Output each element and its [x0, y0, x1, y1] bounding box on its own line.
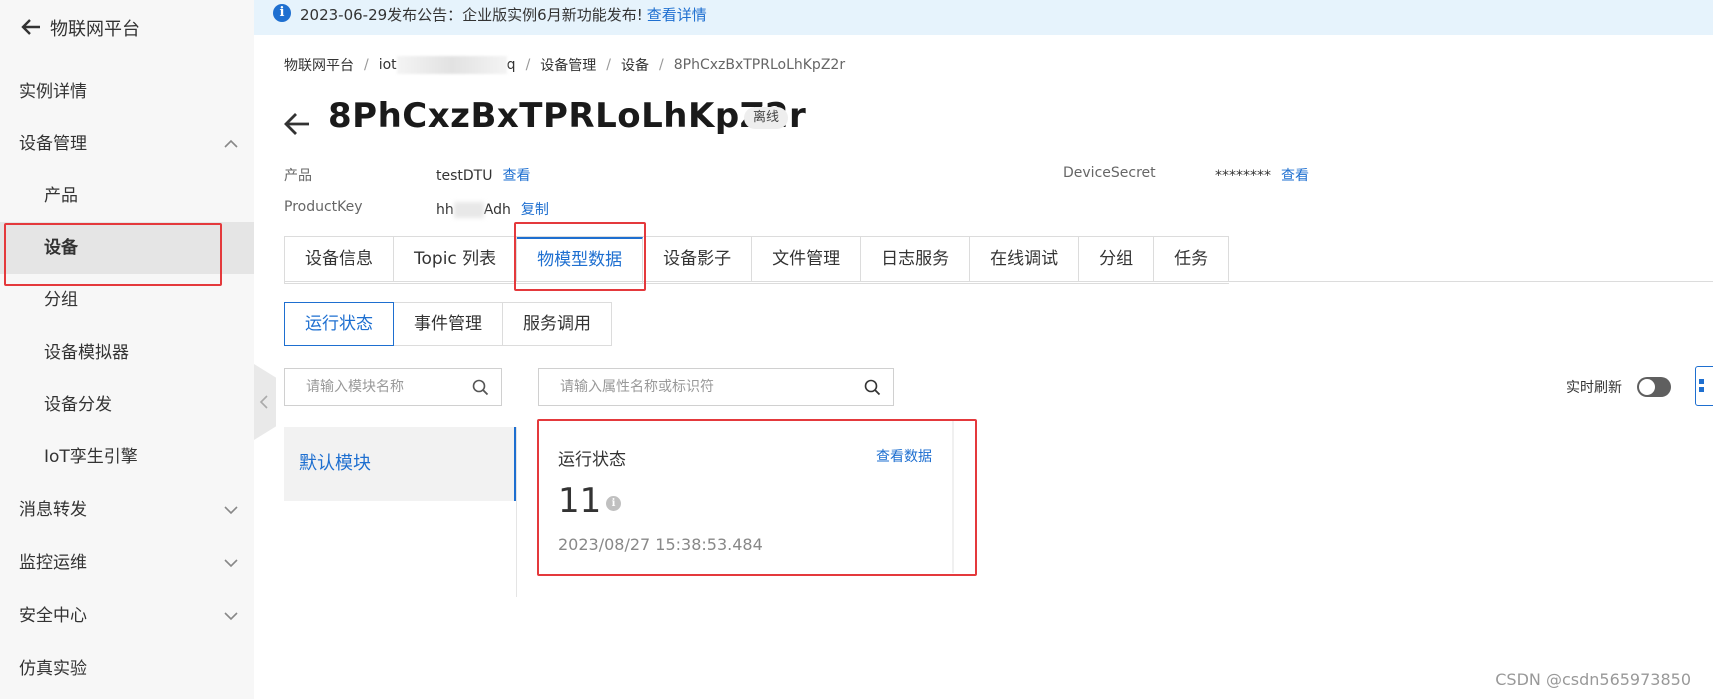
highlight-box-devices: [4, 223, 222, 286]
sidebar-item-simulation-lab[interactable]: 仿真实验: [0, 643, 254, 695]
redacted-mask: [453, 202, 484, 218]
highlight-box-tab: [514, 222, 646, 291]
tab-groups[interactable]: 分组: [1079, 237, 1155, 281]
breadcrumb-separator: /: [525, 57, 531, 73]
back-arrow-icon[interactable]: [283, 111, 311, 137]
sidebar-item-label: 分组: [44, 290, 78, 310]
tab-topic-list[interactable]: Topic 列表: [394, 237, 518, 281]
module-item-default[interactable]: 默认模块: [284, 427, 516, 501]
subtab-running-status[interactable]: 运行状态: [284, 302, 394, 346]
breadcrumb-separator: /: [606, 57, 611, 73]
device-tabs: 设备信息 Topic 列表 物模型数据 设备影子 文件管理 日志服务 在线调试 …: [284, 236, 1230, 284]
sidebar-collapse-handle[interactable]: [254, 364, 276, 440]
subtabs: 运行状态 事件管理 服务调用: [284, 302, 612, 346]
sidebar-item-label: 实例详情: [19, 82, 87, 102]
announcement-text: 2023-06-29发布公告：企业版实例6月新功能发布! 查看详情: [300, 4, 707, 25]
search-icon[interactable]: [864, 379, 881, 396]
tab-device-shadow[interactable]: 设备影子: [643, 237, 753, 281]
breadcrumb-current: 8PhCxzBxTPRLoLhKpZ2r: [673, 57, 846, 73]
sidebar-item-twin-engine[interactable]: IoT孪生引擎: [0, 431, 254, 483]
chevron-down-icon: [224, 612, 238, 621]
announcement-link[interactable]: 查看详情: [647, 6, 707, 24]
productkey-label: ProductKey: [284, 199, 363, 215]
devicesecret-masked: ********: [1215, 168, 1271, 184]
toggle-knob: [1639, 379, 1655, 395]
tab-file-management[interactable]: 文件管理: [752, 237, 862, 281]
page-title: 8PhCxzBxTPRLoLhKpZ2r: [328, 96, 807, 136]
breadcrumb-separator: /: [364, 57, 369, 73]
view-secret-link[interactable]: 查看: [1281, 168, 1309, 184]
highlight-box-card: [537, 419, 977, 576]
sidebar-item-label: 安全中心: [19, 606, 87, 626]
breadcrumb-item-prefix: iot: [378, 57, 397, 73]
sidebar-item-label: 仿真实验: [19, 659, 87, 679]
sidebar-title: 物联网平台: [50, 19, 140, 40]
info-icon: i: [273, 4, 291, 22]
productkey-value: hh Adh 复制: [436, 199, 549, 219]
copy-productkey-link[interactable]: 复制: [521, 202, 549, 218]
grid-view-icon: [1699, 379, 1704, 384]
breadcrumb-item-suffix: q: [506, 57, 516, 73]
devicesecret-value: ******** 查看: [1215, 165, 1309, 185]
sidebar-item-products[interactable]: 产品: [0, 170, 254, 222]
breadcrumb-separator: /: [659, 57, 664, 73]
grid-view-icon: [1699, 387, 1704, 392]
chevron-down-icon: [224, 506, 238, 515]
panel-divider: [516, 427, 517, 597]
sidebar-item-label: 消息转发: [19, 500, 87, 520]
productkey-prefix: hh: [436, 202, 454, 218]
tabs-divider: [284, 281, 1713, 282]
sidebar-header: 物联网平台: [0, 0, 254, 56]
chevron-down-icon: [224, 559, 238, 568]
breadcrumb-item[interactable]: 设备: [621, 55, 649, 75]
subtab-service-invocation[interactable]: 服务调用: [502, 302, 612, 346]
watermark: CSDN @csdn565973850: [1495, 670, 1691, 689]
module-search: [284, 368, 502, 406]
announcement-message: 2023-06-29发布公告：企业版实例6月新功能发布!: [300, 6, 643, 24]
realtime-refresh-toggle[interactable]: [1637, 377, 1671, 397]
breadcrumb-item[interactable]: 设备管理: [540, 55, 596, 75]
breadcrumb-item[interactable]: iot q: [379, 56, 516, 74]
sidebar-item-label: 设备管理: [19, 134, 87, 154]
tab-tasks[interactable]: 任务: [1154, 237, 1230, 281]
sidebar-item-label: 设备模拟器: [44, 343, 129, 363]
sidebar-item-security-center[interactable]: 安全中心: [0, 590, 254, 642]
back-arrow-icon[interactable]: [20, 16, 42, 38]
realtime-refresh-label: 实时刷新: [1566, 380, 1622, 396]
module-search-input[interactable]: [304, 378, 468, 396]
sidebar-item-device-distribution[interactable]: 设备分发: [0, 379, 254, 431]
tab-log-service[interactable]: 日志服务: [861, 237, 971, 281]
tab-device-info[interactable]: 设备信息: [285, 237, 394, 281]
breadcrumb-item[interactable]: 物联网平台: [284, 55, 354, 75]
search-icon[interactable]: [472, 379, 489, 396]
sidebar-item-label: 设备分发: [44, 395, 112, 415]
productkey-suffix: Adh: [483, 202, 511, 218]
breadcrumb: 物联网平台 / iot q / 设备管理 / 设备 / 8PhCxzBxTPRLo…: [284, 55, 845, 75]
tab-online-debug[interactable]: 在线调试: [970, 237, 1080, 281]
grid-view-button[interactable]: [1695, 366, 1713, 406]
chevron-left-icon: [259, 395, 268, 409]
sidebar-item-label: 监控运维: [19, 553, 87, 573]
sidebar-item-instance-details[interactable]: 实例详情: [0, 66, 254, 118]
sidebar-item-monitoring[interactable]: 监控运维: [0, 537, 254, 589]
product-name: testDTU: [436, 168, 493, 184]
status-badge: 离线: [744, 107, 789, 129]
redacted-mask: [396, 56, 507, 74]
property-search: [538, 368, 894, 406]
product-value: testDTU 查看: [436, 165, 530, 185]
devicesecret-label: DeviceSecret: [1063, 165, 1156, 181]
view-product-link[interactable]: 查看: [502, 168, 530, 184]
announcement-bar: i 2023-06-29发布公告：企业版实例6月新功能发布! 查看详情: [254, 0, 1713, 35]
sidebar-item-label: 产品: [44, 186, 78, 206]
sidebar-item-device-management[interactable]: 设备管理: [0, 118, 254, 170]
chevron-up-icon: [224, 139, 238, 148]
property-search-input[interactable]: [558, 378, 862, 396]
sidebar-item-message-forwarding[interactable]: 消息转发: [0, 484, 254, 536]
product-label: 产品: [284, 168, 312, 184]
subtab-event-management[interactable]: 事件管理: [393, 302, 503, 346]
sidebar-item-device-simulator[interactable]: 设备模拟器: [0, 327, 254, 379]
sidebar: 物联网平台 实例详情 设备管理 产品 设备 分组 设备模拟器 设备分发 IoT孪…: [0, 0, 254, 699]
sidebar-item-label: IoT孪生引擎: [44, 447, 138, 467]
